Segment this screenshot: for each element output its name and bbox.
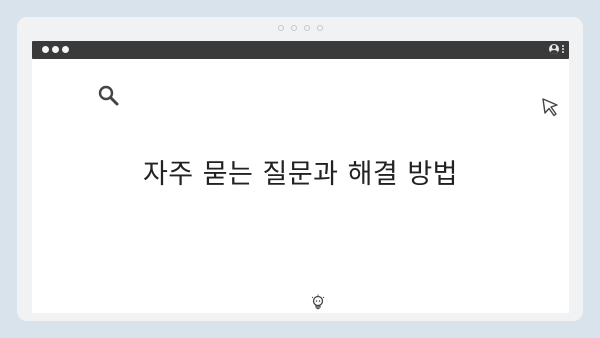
browser-bar-controls: [549, 44, 564, 54]
browser-title-bar: [32, 41, 569, 59]
window-controls: [42, 46, 69, 53]
search-icon[interactable]: [97, 84, 121, 108]
window-close-dot[interactable]: [42, 46, 49, 53]
kebab-menu-icon[interactable]: [562, 45, 564, 53]
indicator-dot: [316, 25, 323, 31]
cursor-pointer-icon: [542, 98, 558, 117]
browser-content: 자주 묻는 질문과 해결 방법: [32, 59, 569, 313]
indicator-dot: [303, 25, 310, 31]
page-title: 자주 묻는 질문과 해결 방법: [142, 159, 459, 190]
lightbulb-icon: [311, 294, 325, 310]
outer-frame: 자주 묻는 질문과 해결 방법: [17, 17, 583, 321]
window-minimize-dot[interactable]: [52, 46, 59, 53]
user-account-icon[interactable]: [549, 44, 559, 54]
window-maximize-dot[interactable]: [62, 46, 69, 53]
indicator-dot: [277, 25, 284, 31]
frame-indicator-dots: [17, 25, 583, 31]
indicator-dot: [290, 25, 297, 31]
